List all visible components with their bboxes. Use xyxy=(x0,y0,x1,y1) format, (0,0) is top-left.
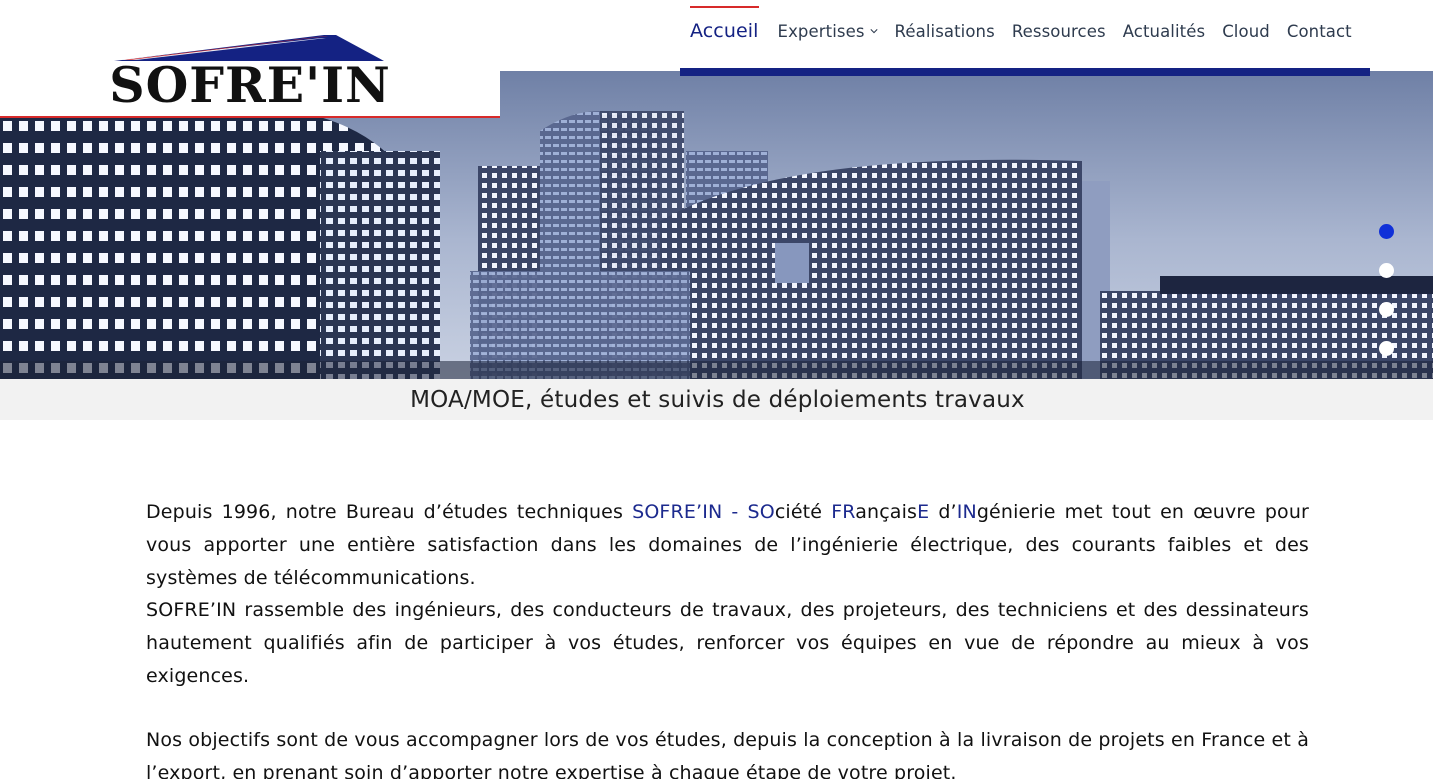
nav-actualites[interactable]: Actualités xyxy=(1123,22,1206,41)
intro-section: Depuis 1996, notre Bureau d’études techn… xyxy=(146,496,1309,779)
nav-realisations-label: Réalisations xyxy=(894,21,995,41)
intro-highlight: FR xyxy=(831,501,856,523)
nav-ressources[interactable]: Ressources xyxy=(1012,22,1106,41)
nav-cloud[interactable]: Cloud xyxy=(1222,22,1270,41)
intro-text: ciété xyxy=(774,501,832,523)
slider-dots xyxy=(1379,224,1394,379)
intro-highlight: SOFRE’IN - SO xyxy=(632,501,775,523)
logo-link[interactable]: SOFRE'IN xyxy=(0,0,500,118)
logo-wordmark: SOFRE'IN xyxy=(110,56,390,106)
nav-accueil[interactable]: Accueil xyxy=(690,6,759,42)
nav-contact[interactable]: Contact xyxy=(1287,22,1352,41)
intro-text: d’ xyxy=(929,501,957,523)
intro-highlight: E xyxy=(917,501,930,523)
intro-text: Depuis 1996, notre Bureau d’études techn… xyxy=(146,501,633,523)
intro-highlight: IN xyxy=(956,501,977,523)
intro-paragraph-1: Depuis 1996, notre Bureau d’études techn… xyxy=(146,496,1309,594)
nav-underline-bar xyxy=(680,68,1370,76)
hero-caption-bar: MOA/MOE, études et suivis de déploiement… xyxy=(0,379,1433,420)
nav-accueil-label: Accueil xyxy=(690,20,759,42)
nav-cloud-label: Cloud xyxy=(1222,21,1270,41)
hero-caption: MOA/MOE, études et suivis de déploiement… xyxy=(410,386,1025,413)
nav-expertises-label: Expertises xyxy=(777,21,865,41)
nav-realisations[interactable]: Réalisations xyxy=(895,22,995,41)
intro-text: ançais xyxy=(855,501,918,523)
sofrein-logo: SOFRE'IN xyxy=(110,35,390,106)
nav-expertises[interactable]: Expertises xyxy=(778,22,878,41)
nav-ressources-label: Ressources xyxy=(1011,21,1106,41)
main-nav: Accueil Expertises Réalisations Ressourc… xyxy=(680,0,1370,76)
nav-contact-label: Contact xyxy=(1286,21,1352,41)
nav-actualites-label: Actualités xyxy=(1122,21,1206,41)
slide-dot-1[interactable] xyxy=(1379,224,1394,239)
intro-paragraph-2: SOFRE’IN rassemble des ingénieurs, des c… xyxy=(146,599,1309,687)
intro-paragraph-3: Nos objectifs sont de vous accompagner l… xyxy=(146,728,1309,779)
slide-dot-3[interactable] xyxy=(1379,302,1394,317)
slide-dot-4[interactable] xyxy=(1379,341,1394,356)
slide-dot-2[interactable] xyxy=(1379,263,1394,278)
chevron-down-icon xyxy=(869,29,878,34)
